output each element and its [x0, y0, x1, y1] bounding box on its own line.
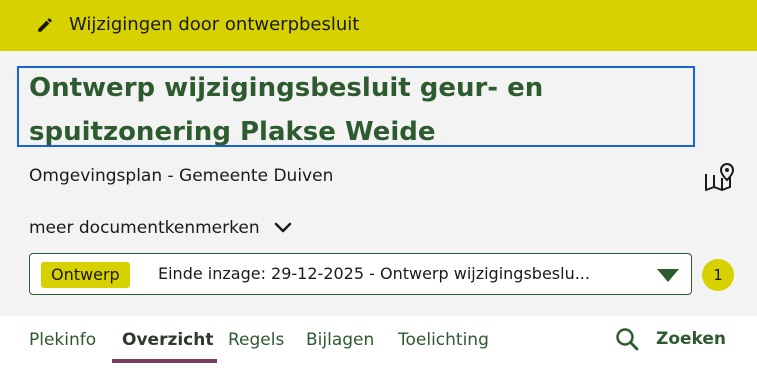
search-button[interactable]: Zoeken — [615, 327, 726, 351]
pencil-icon — [38, 18, 52, 32]
search-icon — [616, 328, 639, 351]
caret-down-icon — [657, 269, 679, 282]
page-title: Ontwerp wijzigingsbesluit geur- en spuit… — [29, 73, 544, 147]
banner-text: Wijzigingen door ontwerpbesluit — [69, 14, 360, 35]
tab-bijlagen[interactable]: Bijlagen — [306, 330, 374, 350]
version-select[interactable]: Ontwerp Einde inzage: 29-12-2025 - Ontwe… — [29, 253, 692, 295]
status-badge: Ontwerp — [41, 262, 130, 288]
active-tab-indicator — [112, 359, 217, 363]
change-banner: Wijzigingen door ontwerpbesluit — [0, 0, 757, 51]
more-document-properties-label: meer documentkenmerken — [29, 218, 260, 238]
tab-toelichting[interactable]: Toelichting — [398, 330, 489, 350]
tab-regels[interactable]: Regels — [228, 330, 284, 350]
tab-overzicht[interactable]: Overzicht — [122, 330, 213, 350]
search-label: Zoeken — [656, 329, 727, 349]
more-document-properties-toggle[interactable]: meer documentkenmerken — [29, 218, 292, 238]
chevron-down-icon — [274, 222, 291, 233]
document-subtitle: Omgevingsplan - Gemeente Duiven — [29, 166, 334, 186]
map-pin-icon[interactable] — [703, 161, 735, 193]
version-select-value: Einde inzage: 29-12-2025 - Ontwerp wijzi… — [158, 264, 590, 283]
version-count-badge: 1 — [702, 259, 734, 291]
tab-plekinfo[interactable]: Plekinfo — [29, 330, 96, 350]
